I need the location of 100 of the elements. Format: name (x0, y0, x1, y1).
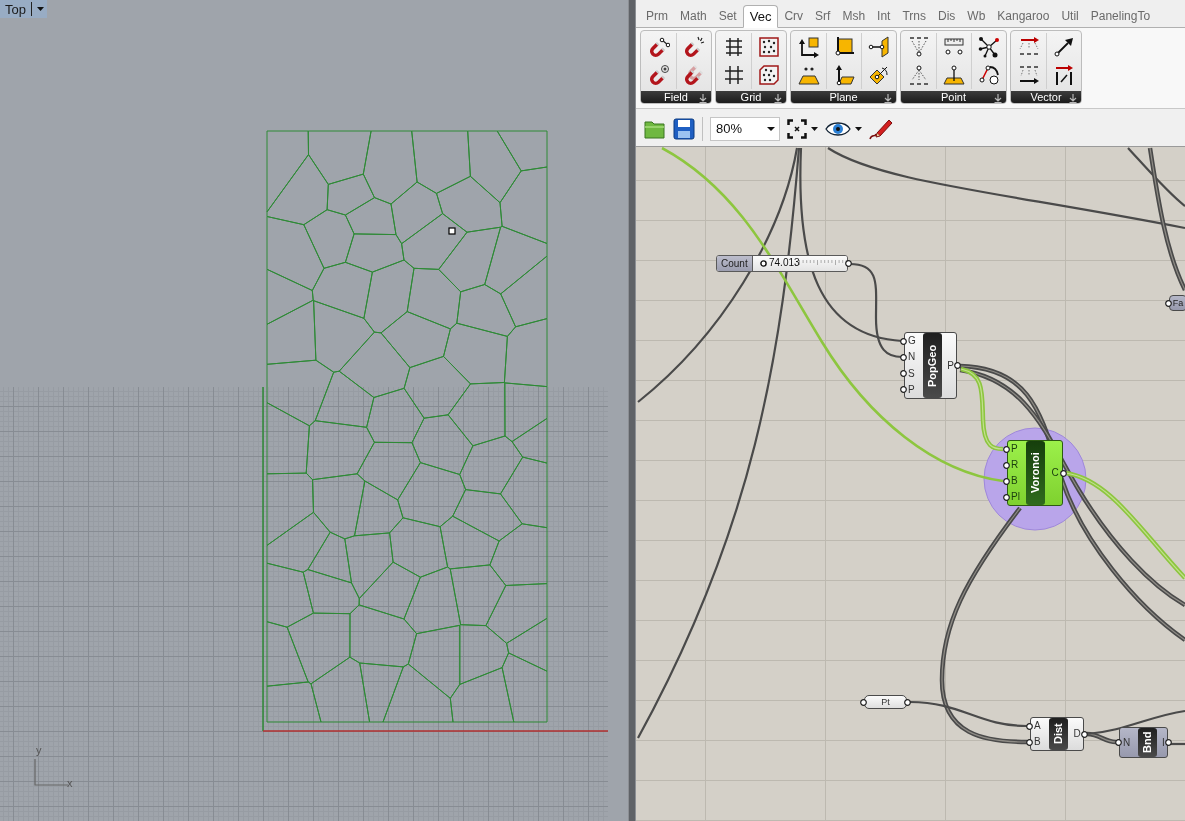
output-label: P (947, 360, 954, 371)
input-port-icon[interactable] (1115, 739, 1122, 746)
tab[interactable]: Vec (742, 5, 779, 28)
output-label: C (1051, 468, 1059, 478)
tab[interactable]: Util (1055, 5, 1085, 27)
connection-wire[interactable] (637, 147, 799, 403)
connection-wire[interactable] (1127, 147, 1185, 207)
tab[interactable]: Set (712, 5, 743, 27)
tab[interactable]: Wb (961, 5, 992, 27)
input-label: B (1034, 737, 1042, 747)
slider-ticks-drawing (798, 260, 847, 265)
axis-label: x (67, 778, 73, 789)
input-label: N (1123, 737, 1132, 748)
tab[interactable]: Crv (778, 5, 810, 27)
save-icon[interactable] (673, 117, 695, 140)
axis-indicator-icon (34, 759, 68, 786)
diverging-lines-icon[interactable] (907, 64, 930, 86)
output-port-icon[interactable] (1060, 469, 1067, 477)
tab[interactable]: Prm (640, 5, 674, 27)
magnet-target-icon[interactable] (647, 64, 670, 86)
double-magnet-icon[interactable] (683, 64, 705, 86)
connection-wire[interactable] (1147, 147, 1185, 291)
arrow-bars-icon[interactable] (1053, 64, 1075, 86)
eye-icon[interactable] (825, 119, 851, 138)
frame-corners-icon[interactable] (787, 118, 807, 139)
ribbon-group-label: Field (664, 91, 688, 103)
component-title: PopGeo (923, 333, 942, 398)
slider-knob[interactable] (760, 260, 767, 267)
tab[interactable]: Srf (809, 5, 837, 27)
tab[interactable]: Trns (896, 5, 932, 27)
input-label: P (908, 384, 916, 395)
magnet-burst-icon[interactable] (683, 36, 705, 58)
connection-wire[interactable] (960, 366, 1004, 452)
input-label: P (1011, 444, 1019, 454)
down-arrow-icon[interactable] (774, 94, 782, 103)
connection-wire[interactable] (1086, 731, 1117, 745)
component-title: Bnd (1138, 728, 1157, 757)
dotted-square-icon[interactable] (758, 36, 780, 58)
dotted-tile-icon[interactable] (758, 64, 780, 86)
caret-icon[interactable] (811, 126, 818, 131)
point-cluster-icon[interactable] (978, 36, 1000, 58)
down-arrow-icon[interactable] (884, 94, 892, 103)
plane-corner-icon[interactable] (833, 36, 855, 58)
zoom-dropdown[interactable]: 80% (710, 116, 780, 141)
magnet-line-icon[interactable] (647, 36, 670, 58)
tab[interactable]: PanelingTo (1084, 5, 1157, 27)
ruler-points-icon[interactable] (943, 36, 965, 58)
connection-wire[interactable] (799, 147, 903, 343)
down-arrow-icon[interactable] (699, 94, 707, 103)
output-port-icon[interactable] (954, 362, 961, 369)
connection-wire[interactable] (939, 506, 1028, 745)
input-label: A (1034, 721, 1042, 731)
parameter-node[interactable]: Fa (1169, 295, 1185, 311)
down-arrow-icon[interactable] (994, 94, 1002, 103)
slider-track[interactable]: 74.013 (752, 256, 847, 271)
converging-lines-icon[interactable] (907, 36, 930, 58)
plane-axis-icon[interactable] (833, 64, 855, 86)
tab[interactable]: Math (674, 5, 713, 27)
input-port-icon[interactable] (1165, 299, 1172, 307)
tab[interactable]: Dis (932, 5, 962, 27)
rotated-plane-icon[interactable] (868, 64, 890, 86)
plane-offset-icon[interactable] (868, 36, 890, 58)
slider-label: Count (717, 256, 753, 271)
input-label: Pl (1011, 492, 1021, 502)
ribbon-group-label: Vector (1030, 91, 1062, 103)
connection-wire[interactable] (1065, 470, 1185, 580)
connection-wire[interactable] (827, 147, 1185, 230)
ribbon-group-label: Point (940, 91, 967, 103)
ribbon-group-label: Grid (740, 91, 762, 103)
output-port-icon[interactable] (904, 698, 911, 706)
point-on-plane-icon[interactable] (943, 64, 965, 86)
connection-wire[interactable] (849, 262, 903, 359)
vector-arrow-icon[interactable] (1053, 36, 1075, 58)
input-label: G (908, 336, 917, 347)
tab[interactable]: Int (871, 5, 897, 27)
output-label: D (1073, 729, 1081, 739)
caret-icon[interactable] (36, 7, 44, 11)
plane-arrows-icon[interactable] (797, 36, 820, 58)
tab[interactable]: Msh (836, 5, 872, 27)
caret-icon[interactable] (855, 126, 862, 131)
axis-label: y (36, 745, 42, 756)
connection-wire[interactable] (909, 700, 1028, 728)
arrow-dashed-lines-icon[interactable] (1017, 36, 1040, 58)
dashed-lines-arrow-icon[interactable] (1017, 64, 1040, 86)
down-arrow-icon[interactable] (1069, 94, 1077, 103)
input-label: R (1011, 460, 1020, 470)
output-port-icon[interactable] (1081, 730, 1088, 738)
caret-icon[interactable] (767, 126, 775, 131)
input-port-icon[interactable] (860, 698, 867, 706)
component-title: Voronoi (1026, 441, 1045, 505)
connection-wire[interactable] (661, 147, 1004, 483)
view-menu-button[interactable]: Top (0, 0, 47, 18)
output-port-icon[interactable] (1165, 739, 1172, 746)
point-curve-icon[interactable] (978, 64, 1000, 86)
slider-value: 74.013 (769, 258, 800, 268)
output-port-icon[interactable] (845, 260, 852, 267)
square-grid-icon[interactable] (722, 64, 745, 86)
tab[interactable]: Kangaroo (991, 5, 1056, 27)
pen-icon[interactable] (869, 117, 893, 140)
input-label: B (1011, 476, 1019, 486)
